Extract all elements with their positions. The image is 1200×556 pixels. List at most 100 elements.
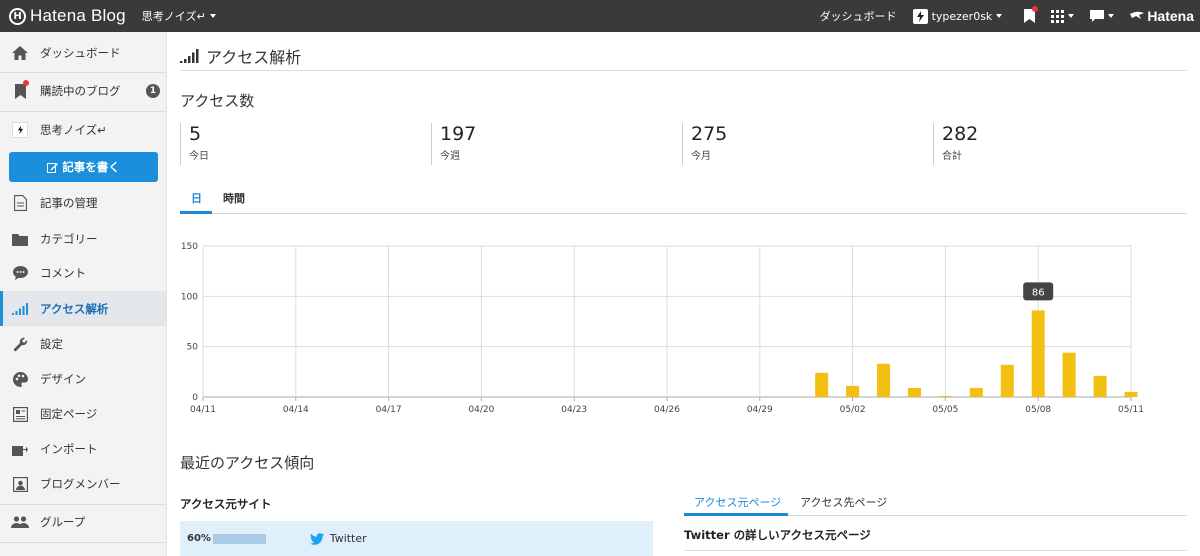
divider	[684, 550, 1187, 551]
x-tick-label: 05/02	[840, 405, 866, 415]
messages-button[interactable]	[1090, 10, 1115, 22]
stat-value: 197	[440, 123, 477, 145]
page-icon	[11, 405, 29, 423]
sidebar-item-design[interactable]: デザイン	[0, 362, 166, 396]
sidebar-item-label: 設定	[40, 337, 63, 351]
chart-bar	[846, 385, 860, 397]
home-icon	[11, 44, 29, 62]
blog-name: 思考ノイズ↵	[141, 10, 206, 23]
source-percent: 60%	[187, 533, 211, 544]
twitter-icon	[309, 532, 324, 545]
tab-day[interactable]: 日	[191, 190, 202, 206]
sidebar: ダッシュボード 購読中のブログ 1 思考ノイズ↵ 記事を書く 記事の管理 カテゴ…	[0, 32, 167, 556]
sidebar-item-fixed-pages[interactable]: 固定ページ	[0, 397, 166, 431]
active-tab-indicator	[684, 513, 788, 516]
stat-week: 197 今週	[431, 123, 476, 165]
x-tick-label: 04/23	[561, 405, 587, 415]
chart-bar	[969, 387, 983, 397]
chart-bar	[1062, 352, 1076, 397]
source-row[interactable]: 60% Twitter	[180, 521, 653, 556]
signal-icon	[180, 49, 199, 63]
sidebar-item-blog[interactable]: 思考ノイズ↵	[0, 114, 166, 146]
import-icon	[11, 440, 29, 458]
divider	[0, 72, 166, 73]
hatena-blog-logo[interactable]: H Hatena Blog	[9, 6, 126, 26]
user-name: typezer0sk	[931, 9, 993, 23]
apps-menu-button[interactable]	[1051, 9, 1075, 23]
x-tick-label: 05/11	[1118, 405, 1144, 415]
sidebar-item-analytics[interactable]: アクセス解析	[0, 291, 166, 326]
recent-trend-heading: 最近のアクセス傾向	[180, 454, 315, 472]
chart-bar	[938, 395, 952, 397]
hatena-label: Hatena	[1147, 8, 1194, 24]
stat-label: 今日	[189, 151, 209, 162]
chart-bar	[815, 372, 829, 397]
sidebar-item-groups[interactable]: グループ	[0, 505, 166, 539]
chart-bar	[1093, 375, 1107, 397]
chevron-down-icon	[1108, 14, 1115, 18]
tab-referrer-pages[interactable]: アクセス元ページ	[694, 494, 781, 510]
comment-icon	[11, 264, 29, 282]
y-tick-label: 50	[187, 343, 199, 353]
x-tick-label: 04/14	[283, 405, 309, 415]
sidebar-item-label: 記事の管理	[40, 196, 98, 210]
wrench-icon	[11, 335, 29, 353]
chart-bar	[907, 387, 921, 397]
user-menu[interactable]: typezer0sk	[912, 8, 1003, 24]
divider	[180, 70, 1187, 71]
x-tick-label: 04/26	[654, 405, 680, 415]
access-chart: 0 50 100 150 04/11 04/14 04/17 04/20 04/23 04/26 0…	[180, 237, 1187, 422]
x-tick-label: 05/05	[932, 405, 958, 415]
stat-value: 275	[691, 123, 728, 145]
sidebar-item-subscriptions[interactable]: 購読中のブログ 1	[0, 74, 166, 108]
chat-icon	[1090, 10, 1105, 22]
blog-switcher[interactable]: 思考ノイズ↵	[142, 8, 216, 24]
chart-bar	[877, 363, 891, 397]
tab-hour[interactable]: 時間	[223, 190, 245, 206]
top-bar: H Hatena Blog 思考ノイズ↵ ダッシュボード typezer0sk	[0, 0, 1200, 32]
sidebar-item-categories[interactable]: カテゴリー	[0, 222, 166, 256]
y-tick-label: 0	[192, 393, 198, 403]
sidebar-item-label: アクセス解析	[40, 301, 109, 316]
palette-icon	[11, 370, 29, 388]
sidebar-item-posts[interactable]: 記事の管理	[0, 186, 166, 220]
x-tick-label: 04/11	[190, 405, 216, 415]
chevron-down-icon	[996, 14, 1003, 18]
active-indicator	[0, 291, 3, 326]
hatena-link[interactable]: Hatena	[1130, 8, 1194, 24]
sidebar-item-label: インポート	[40, 442, 98, 456]
sidebar-item-import[interactable]: インポート	[0, 432, 166, 466]
hatena-bird-icon	[1130, 11, 1145, 19]
main-content: アクセス解析 アクセス数 5 今日 197 今週 275 今月 282 合計 日…	[180, 32, 1187, 556]
twitter-referrer-heading: Twitter の詳しいアクセス元ページ	[684, 528, 871, 542]
page-tabs: アクセス元ページ アクセス先ページ	[684, 491, 1187, 516]
source-percent-bar	[213, 533, 266, 544]
sidebar-item-settings[interactable]: 設定	[0, 327, 166, 361]
sidebar-item-label: ブログメンバー	[40, 477, 121, 491]
hatena-logo-icon: H	[9, 7, 26, 25]
divider	[0, 542, 166, 543]
sidebar-item-members[interactable]: ブログメンバー	[0, 467, 166, 501]
dashboard-link[interactable]: ダッシュボード	[820, 8, 897, 24]
sidebar-item-comments[interactable]: コメント	[0, 256, 166, 290]
group-icon	[11, 513, 29, 531]
sidebar-item-label: デザイン	[40, 372, 86, 386]
sidebar-item-label: 固定ページ	[40, 407, 98, 421]
sidebar-item-label: カテゴリー	[40, 232, 98, 246]
grid-icon	[1051, 9, 1065, 23]
chart-tooltip-label: 86	[1032, 287, 1045, 298]
stat-value: 5	[189, 123, 202, 145]
x-tick-label: 05/08	[1025, 405, 1051, 415]
active-tab-indicator	[180, 211, 212, 214]
sidebar-item-dashboard[interactable]: ダッシュボード	[0, 36, 166, 70]
sidebar-item-label: グループ	[40, 515, 86, 529]
write-post-button[interactable]: 記事を書く	[9, 152, 158, 182]
folder-icon	[11, 230, 29, 248]
x-tick-label: 04/20	[468, 405, 494, 415]
stat-total: 282 合計	[933, 123, 978, 165]
bookmark-button[interactable]	[1024, 6, 1039, 23]
tab-destination-pages[interactable]: アクセス先ページ	[800, 494, 887, 510]
stat-label: 合計	[942, 151, 962, 162]
unread-count-badge: 1	[146, 84, 160, 98]
x-tick-label: 04/17	[376, 405, 402, 415]
